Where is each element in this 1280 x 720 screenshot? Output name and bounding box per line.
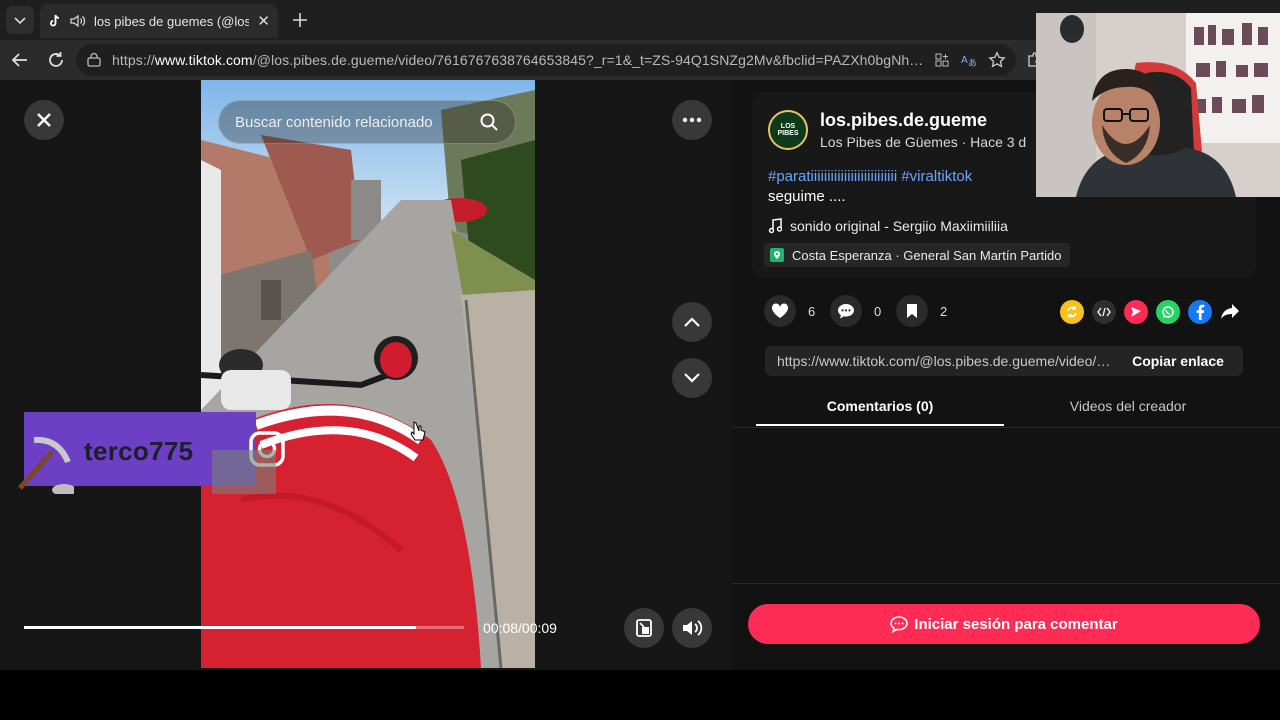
floating-player-icon [636,619,652,637]
chevron-down-icon [684,373,700,383]
save-count: 2 [940,303,948,319]
like-count: 6 [808,303,816,319]
comment-icon [830,295,862,327]
close-tab-icon[interactable]: ✕ [257,12,270,30]
like-stat[interactable]: 6 [764,295,815,327]
post-sound[interactable]: sonido original - Sergiio Maxiimiiliia [768,218,1008,234]
webcam-overlay [1036,13,1280,197]
address-url[interactable]: https://www.tiktok.com/@los.pibes.de.gue… [112,52,924,68]
author-subtitle: Los Pibes de Güemes · Hace 3 d [820,134,1027,150]
previous-video-button[interactable] [672,302,712,342]
repost-icon[interactable] [1060,300,1084,324]
comment-count: 0 [874,303,882,319]
sound-name: sonido original - Sergiio Maxiimiiliia [790,218,1008,234]
embed-icon[interactable] [1092,300,1116,324]
save-stat[interactable]: 2 [896,295,947,327]
url-path: /@los.pibes.de.gueme/video/7616767638764… [252,52,924,68]
miniplayer-button[interactable] [624,608,664,648]
location-tag[interactable]: Costa Esperanza · General San Martín Par… [764,243,1070,267]
active-tab-indicator [756,424,1004,426]
author-handle[interactable]: los.pibes.de.gueme [820,110,987,131]
bookmark-icon [896,295,928,327]
video-progress-bar[interactable] [24,626,464,629]
comment-bubble-icon [890,616,909,633]
site-info-icon[interactable] [86,52,102,68]
next-video-button[interactable] [672,358,712,398]
overlay-image-block [212,450,276,494]
new-tab-button[interactable] [288,8,312,32]
speaker-icon[interactable] [70,14,86,28]
reload-icon [49,52,63,67]
post-hashtags[interactable]: #paratiiiiiiiiiiiiiiiiiiiiiiiiii #viralt… [768,168,972,185]
share-link-field[interactable]: https://www.tiktok.com/@los.pibes.de.gue… [765,346,1243,376]
browser-tab[interactable]: los pibes de guemes (@los.pibes.de.gueme… [40,4,278,38]
search-placeholder: Buscar contenido relacionado [235,113,433,131]
svg-text:A: A [961,55,968,66]
webcam-image [1036,13,1280,197]
video-scene-image [201,80,535,668]
login-to-comment-button[interactable]: Iniciar sesión para comentar [748,604,1260,644]
search-icon[interactable] [479,112,499,132]
chevron-down-icon [14,17,26,25]
tab-title: los pibes de guemes (@los.pibes.de.gueme… [94,13,250,29]
arrow-left-icon [11,53,27,67]
facebook-icon[interactable] [1188,300,1212,324]
reload-button[interactable] [44,48,68,72]
bottom-black-strip [0,670,1280,720]
avatar-text: LOS PIBES [777,123,799,137]
tab-comments[interactable]: Comentarios (0) [756,398,1004,414]
app-available-icon[interactable] [934,52,950,68]
overlay-username: terco775 [84,436,194,466]
share-arrow-icon[interactable] [1220,302,1240,325]
mouse-cursor-icon [410,420,426,447]
whatsapp-icon[interactable] [1156,300,1180,324]
comment-stat[interactable]: 0 [830,295,881,327]
video-frame[interactable] [201,80,535,668]
tab-list-button[interactable] [6,6,34,34]
related-search-input[interactable]: Buscar contenido relacionado [218,100,516,144]
translate-icon[interactable]: Aあ [960,52,978,68]
location-pin-icon [770,248,784,262]
tabs-divider [732,427,1280,428]
send-to-friends-icon[interactable] [1124,300,1148,324]
back-button[interactable] [8,48,32,72]
plus-icon [293,13,307,27]
video-player-area: Buscar contenido relacionado terco775 00… [0,80,732,670]
tab-creator-videos[interactable]: Videos del creador [1004,398,1252,414]
location-label: Costa Esperanza · General San Martín Par… [792,247,1062,263]
more-options-button[interactable] [672,100,712,140]
author-avatar[interactable]: LOS PIBES [768,110,808,150]
close-icon [37,113,51,127]
chevron-up-icon [684,317,700,327]
url-host: www.tiktok.com [154,52,253,68]
music-note-icon [768,218,782,234]
pickaxe-icon [12,432,76,499]
share-link-text: https://www.tiktok.com/@los.pibes.de.gue… [777,353,1113,369]
more-dots-icon [682,117,702,123]
heart-icon [764,295,796,327]
svg-text:あ: あ [968,58,977,68]
address-bar[interactable]: https://www.tiktok.com/@los.pibes.de.gue… [76,44,1016,76]
video-time: 00:08/00:09 [483,620,557,636]
footer-divider [732,583,1280,584]
url-prefix: https:// [112,52,155,68]
tiktok-favicon-icon [50,14,60,27]
post-description: seguime .... [768,188,846,205]
favorite-star-icon[interactable] [988,51,1006,69]
volume-icon [683,620,703,636]
login-label: Iniciar sesión para comentar [914,615,1118,633]
close-video-button[interactable] [24,100,64,140]
copy-link-button[interactable]: Copiar enlace [1113,353,1243,369]
volume-button[interactable] [672,608,712,648]
video-progress-fill [24,626,416,629]
